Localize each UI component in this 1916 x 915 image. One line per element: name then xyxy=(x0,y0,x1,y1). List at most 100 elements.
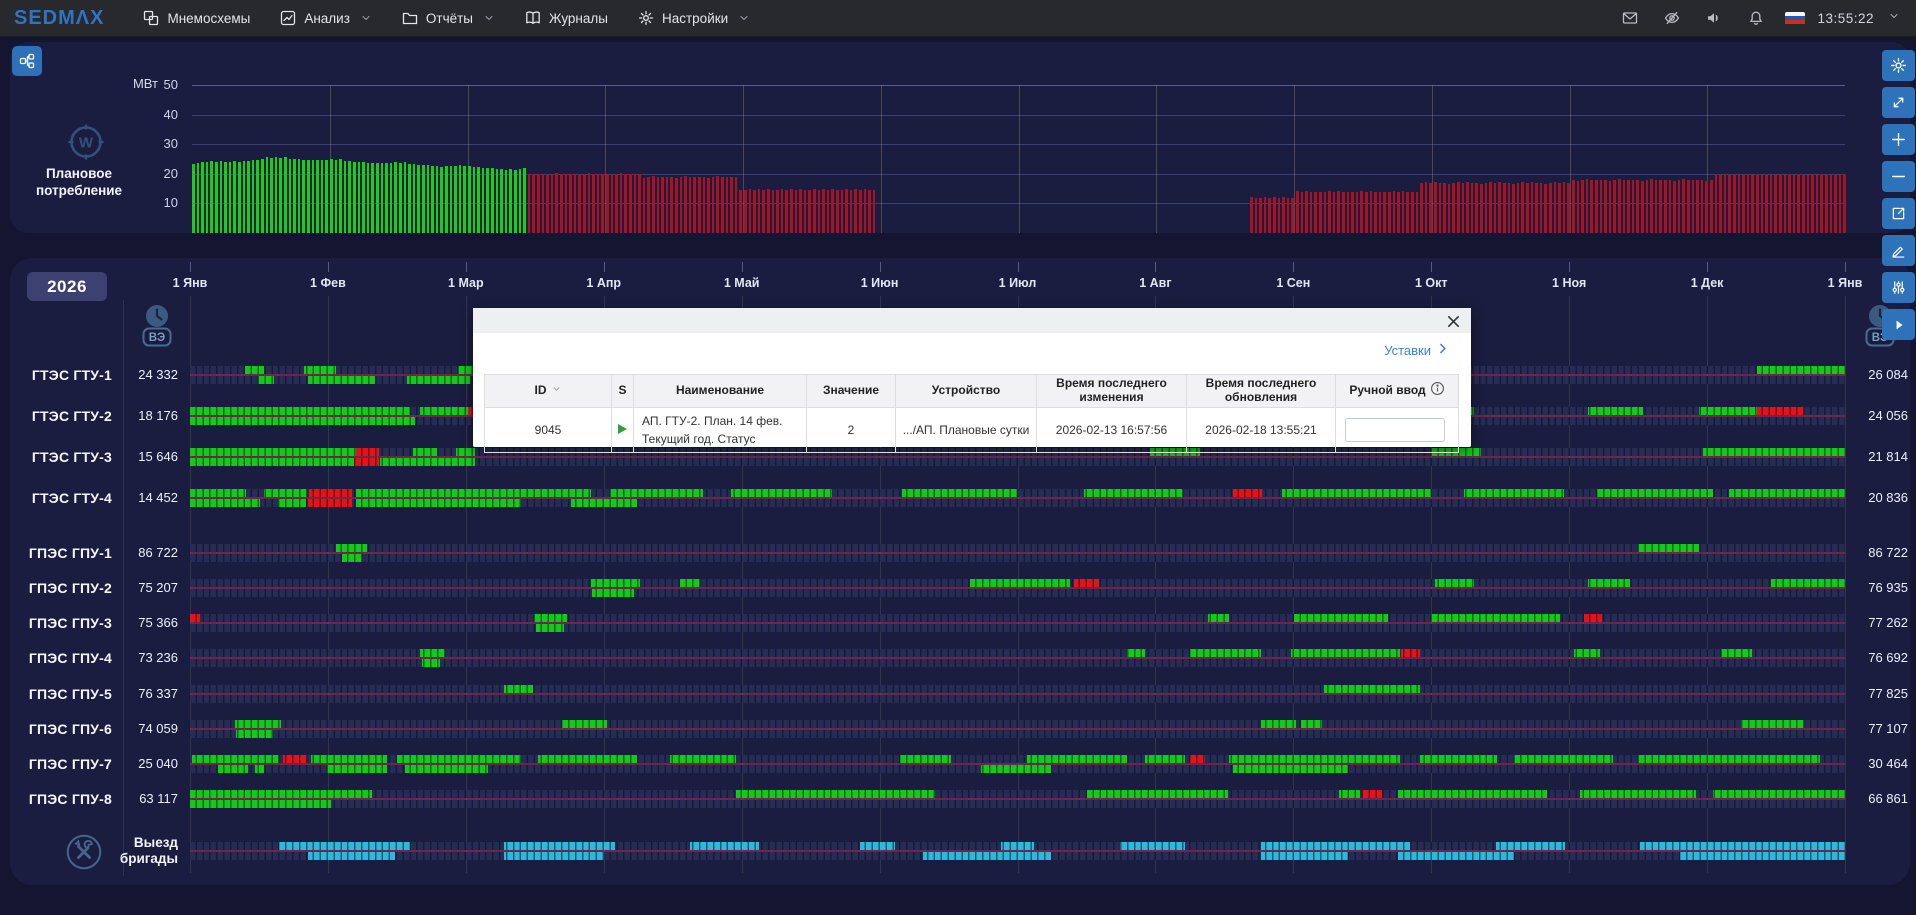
plan-bar xyxy=(712,177,715,233)
bell-icon[interactable] xyxy=(1735,0,1777,36)
menu-item-journals[interactable]: Журналы xyxy=(510,0,623,36)
close-icon[interactable] xyxy=(1443,311,1463,331)
info-icon[interactable] xyxy=(1430,381,1445,400)
gantt-segment xyxy=(1757,366,1845,374)
menu-item-analysis[interactable]: Анализ xyxy=(265,0,387,36)
column-header-ID[interactable]: ID xyxy=(485,375,612,408)
edit-button[interactable] xyxy=(1882,235,1915,266)
plan-bar xyxy=(864,189,867,233)
row-12-tracks[interactable] xyxy=(190,790,1845,808)
row-6-tracks[interactable] xyxy=(190,579,1845,597)
crew-row-tracks[interactable] xyxy=(190,842,1845,860)
setpoints-link[interactable]: Уставки xyxy=(1384,342,1449,358)
plan-bar xyxy=(385,163,388,233)
plan-bar xyxy=(1802,175,1805,233)
table-row[interactable]: 9045АП. ГТУ-2. План. 14 фев. Текущий год… xyxy=(485,407,1459,452)
gantt-segment xyxy=(1001,842,1034,850)
zoom-out-button[interactable] xyxy=(1882,161,1915,192)
zoom-in-button[interactable] xyxy=(1882,124,1915,155)
gridline-month xyxy=(1156,85,1157,233)
row-10-tracks[interactable] xyxy=(190,720,1845,738)
plan-bar xyxy=(408,164,411,233)
resize-button[interactable] xyxy=(1882,87,1915,118)
plan-bar xyxy=(445,166,448,233)
play-icon xyxy=(1892,318,1906,332)
gantt-segment xyxy=(1339,790,1361,798)
ve-clock-badge-icon[interactable]: ВЭ xyxy=(140,303,174,349)
plan-bar xyxy=(1692,180,1695,233)
year-badge[interactable]: 2026 xyxy=(27,272,107,301)
plan-bar xyxy=(675,178,678,233)
export-button[interactable] xyxy=(1882,198,1915,229)
gantt-segment xyxy=(342,554,362,562)
row-label: ГТЭС ГТУ-4 xyxy=(10,489,112,507)
gantt-segment xyxy=(413,448,436,456)
menu-item-reports[interactable]: Отчёты xyxy=(387,0,510,36)
sliders-button[interactable] xyxy=(1882,272,1915,303)
cell-id: 9045 xyxy=(485,407,612,452)
plan-bar xyxy=(670,177,673,233)
plan-bar xyxy=(1439,183,1442,233)
column-header-label: Время последнего обновления xyxy=(1192,377,1330,405)
row-7-tracks[interactable] xyxy=(190,614,1845,632)
eye-off-icon[interactable] xyxy=(1651,0,1693,36)
plan-bar xyxy=(1549,183,1552,233)
manual-input-field[interactable] xyxy=(1345,418,1445,442)
row-label: ГПЭС ГПУ-7 xyxy=(10,755,112,773)
plan-bar xyxy=(744,190,747,233)
gantt-segment xyxy=(1574,649,1600,657)
plan-bar xyxy=(376,163,379,233)
play-button[interactable] xyxy=(1882,309,1915,340)
row-8-tracks[interactable] xyxy=(190,649,1845,667)
menu-item-settings[interactable]: Настройки xyxy=(623,0,765,36)
plan-bar xyxy=(390,163,393,233)
gantt-segment xyxy=(380,458,474,466)
gantt-track xyxy=(190,499,1845,507)
gantt-segment xyxy=(1084,489,1183,497)
gantt-segment xyxy=(279,842,410,850)
gantt-segment xyxy=(245,366,265,374)
plan-bar xyxy=(1742,175,1745,233)
plan-bar xyxy=(1452,183,1455,233)
plan-bar xyxy=(749,189,752,233)
flag-ru-icon[interactable] xyxy=(1785,12,1805,25)
plan-bar xyxy=(413,164,416,233)
column-header-Время последнего обновления: Время последнего обновления xyxy=(1187,375,1336,408)
month-tick xyxy=(328,262,329,272)
plan-bar xyxy=(298,159,301,233)
month-label: 1 Сен xyxy=(1251,276,1335,290)
gantt-segment xyxy=(1398,852,1514,860)
gantt-segment xyxy=(592,589,633,597)
gantt-segment xyxy=(1640,842,1845,850)
plan-bar xyxy=(1429,183,1432,233)
column-header-Значение: Значение xyxy=(807,375,896,408)
gantt-segment xyxy=(327,765,387,773)
row-9-tracks[interactable] xyxy=(190,685,1845,703)
row-5-tracks[interactable] xyxy=(190,544,1845,562)
plan-bar xyxy=(344,161,347,233)
plan-bar xyxy=(1416,192,1419,233)
row-11-tracks[interactable] xyxy=(190,755,1845,773)
gear-button[interactable] xyxy=(1882,50,1915,81)
mail-icon[interactable] xyxy=(1609,0,1651,36)
sound-icon[interactable] xyxy=(1693,0,1735,36)
plan-bar xyxy=(206,162,209,233)
gantt-segment xyxy=(534,614,567,622)
plan-consumption-chart[interactable] xyxy=(192,85,1845,233)
plan-bar xyxy=(624,174,627,233)
sort-icon[interactable] xyxy=(551,383,562,398)
row-label: ГПЭС ГПУ-1 xyxy=(10,544,112,562)
gantt-segment xyxy=(1699,407,1757,415)
row-4-tracks[interactable] xyxy=(190,489,1845,507)
plan-bar xyxy=(394,162,397,233)
gantt-segment xyxy=(736,790,935,798)
plan-bar xyxy=(1627,180,1630,233)
gantt-segment xyxy=(308,852,396,860)
menu-item-mnemoschemes[interactable]: Мнемосхемы xyxy=(128,0,265,36)
user-menu-chevron-icon[interactable] xyxy=(1888,9,1900,27)
hierarchy-tree-button[interactable] xyxy=(12,46,42,76)
topbar-right: 13:55:22 xyxy=(1609,0,1906,36)
plan-bar xyxy=(1310,192,1313,233)
plan-bar xyxy=(532,174,535,233)
plan-bar xyxy=(1406,192,1409,233)
